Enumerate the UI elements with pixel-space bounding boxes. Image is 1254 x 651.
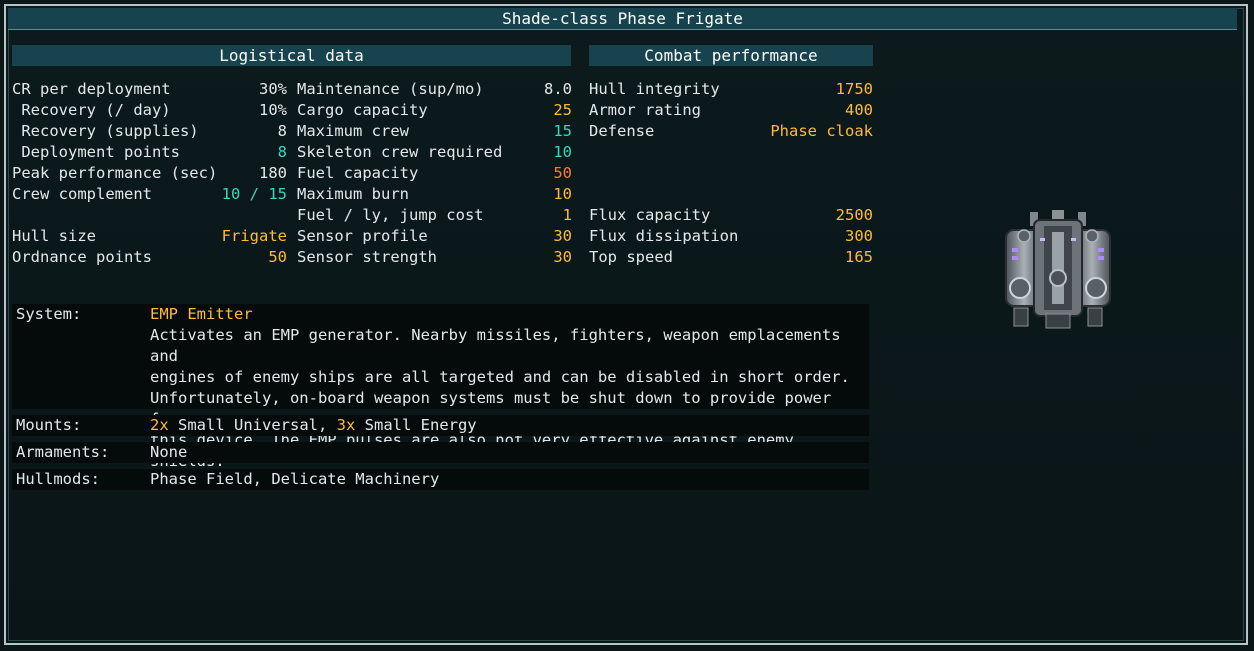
system-desc-line: engines of enemy ships are all targeted … [150, 368, 850, 386]
panel-title: Shade-class Phase Frigate [8, 8, 1237, 30]
stat-row: Deployment points 8 [12, 142, 287, 163]
stat-label: Hull size [12, 227, 96, 245]
logistical-data-header: Logistical data [12, 45, 571, 66]
stat-value: 165 [845, 248, 873, 266]
stat-row: Skeleton crew required 10 [297, 142, 572, 163]
mounts-label: Mounts: [16, 416, 82, 434]
stat-label: Defense [589, 122, 655, 140]
stat-value: 50 [268, 248, 287, 266]
stat-value: 50 [553, 164, 572, 182]
mount-count: 3x [336, 416, 356, 434]
mount-type: Small Universal, [168, 416, 337, 434]
stat-row: Maximum burn 10 [297, 184, 572, 205]
stat-row: Flux capacity 2500 [589, 205, 873, 226]
stat-value: 180 [259, 164, 287, 182]
stat-row: Hull integrity 1750 [589, 79, 873, 100]
stat-value: 30 [553, 227, 572, 245]
stat-row: Flux dissipation 300 [589, 226, 873, 247]
stat-value: 10 / 15 [221, 185, 287, 203]
stat-label: Recovery (supplies) [12, 122, 199, 140]
stat-row: Recovery (/ day) 10% [12, 100, 287, 121]
stat-value: 1750 [835, 80, 873, 98]
stat-row: Defense Phase cloak [589, 121, 873, 142]
stat-value: 15 [553, 122, 572, 140]
mount-count: 2x [150, 416, 169, 434]
stat-row: Maintenance (sup/mo) 8.0 [297, 79, 572, 100]
hullmods-label: Hullmods: [16, 470, 100, 488]
combat-performance-header: Combat performance [589, 45, 873, 66]
stat-row: Maximum crew 15 [297, 121, 572, 142]
stat-label: Maximum crew [297, 122, 409, 140]
stat-row: Sensor strength 30 [297, 247, 572, 268]
stat-label: Top speed [589, 248, 673, 266]
stat-value: 10 [553, 185, 572, 203]
stat-value: 10 [553, 143, 572, 161]
stat-value: 10% [259, 101, 287, 119]
stat-label: Cargo capacity [297, 101, 428, 119]
stat-value: 2500 [835, 206, 873, 224]
stat-row: Hull size Frigate [12, 226, 287, 247]
mounts-row: Mounts: 2x Small Universal, 3x Small Ene… [12, 415, 869, 436]
stat-label: Flux dissipation [589, 227, 739, 245]
armaments-label: Armaments: [16, 443, 110, 461]
stat-value: 8.0 [544, 80, 572, 98]
stat-row: Ordnance points 50 [12, 247, 287, 268]
mounts-value: 2x Small Universal, 3x Small Energy [150, 415, 865, 436]
stat-value: 25 [553, 101, 572, 119]
stat-value: 8 [277, 143, 287, 161]
stat-label: Deployment points [12, 143, 180, 161]
hullmods-row: Hullmods: Phase Field, Delicate Machiner… [12, 469, 869, 490]
hullmods-value: Phase Field, Delicate Machinery [150, 470, 440, 488]
stat-row: CR per deployment 30% [12, 79, 287, 100]
stat-value: Phase cloak [770, 122, 873, 140]
stat-row: Sensor profile 30 [297, 226, 572, 247]
armaments-row: Armaments: None [12, 442, 869, 463]
system-desc-line: Activates an EMP generator. Nearby missi… [150, 326, 841, 365]
stat-label: Ordnance points [12, 248, 152, 266]
stat-label: Peak performance (sec) [12, 164, 218, 182]
stat-label: Flux capacity [589, 206, 711, 224]
stat-label: Hull integrity [589, 80, 720, 98]
system-name: EMP Emitter [150, 305, 253, 323]
stat-row: Armor rating 400 [589, 100, 873, 121]
mount-type: Small Energy [355, 416, 477, 434]
stat-row: Peak performance (sec) 180 [12, 163, 287, 184]
stat-value: Frigate [221, 227, 287, 245]
stat-row: Top speed 165 [589, 247, 873, 268]
stat-row: Recovery (supplies) 8 [12, 121, 287, 142]
armaments-value: None [150, 443, 188, 461]
system-block: System: EMP Emitter Activates an EMP gen… [12, 304, 869, 470]
stat-label: Armor rating [589, 101, 701, 119]
ship-sprite [1000, 208, 1116, 332]
stat-label: Skeleton crew required [297, 143, 503, 161]
stat-row: Fuel capacity 50 [297, 163, 572, 184]
stat-row: Cargo capacity 25 [297, 100, 572, 121]
stat-value: 400 [845, 101, 873, 119]
stat-label: Maximum burn [297, 185, 409, 203]
stat-label: Crew complement [12, 185, 152, 203]
stat-label: Sensor profile [297, 227, 428, 245]
stat-value: 30 [553, 248, 572, 266]
stat-label: Sensor strength [297, 248, 437, 266]
stat-label: CR per deployment [12, 80, 171, 98]
stat-label: Recovery (/ day) [12, 101, 171, 119]
stat-row: Fuel / ly, jump cost 1 [297, 205, 572, 226]
stat-label: Fuel / ly, jump cost [297, 206, 484, 224]
stat-label: Fuel capacity [297, 164, 419, 182]
stat-value: 300 [845, 227, 873, 245]
stat-label: Maintenance (sup/mo) [297, 80, 484, 98]
stat-value: 30% [259, 80, 287, 98]
stat-row: Crew complement 10 / 15 [12, 184, 287, 205]
system-label: System: [16, 305, 82, 323]
stat-value: 1 [562, 206, 572, 224]
stat-value: 8 [277, 122, 287, 140]
